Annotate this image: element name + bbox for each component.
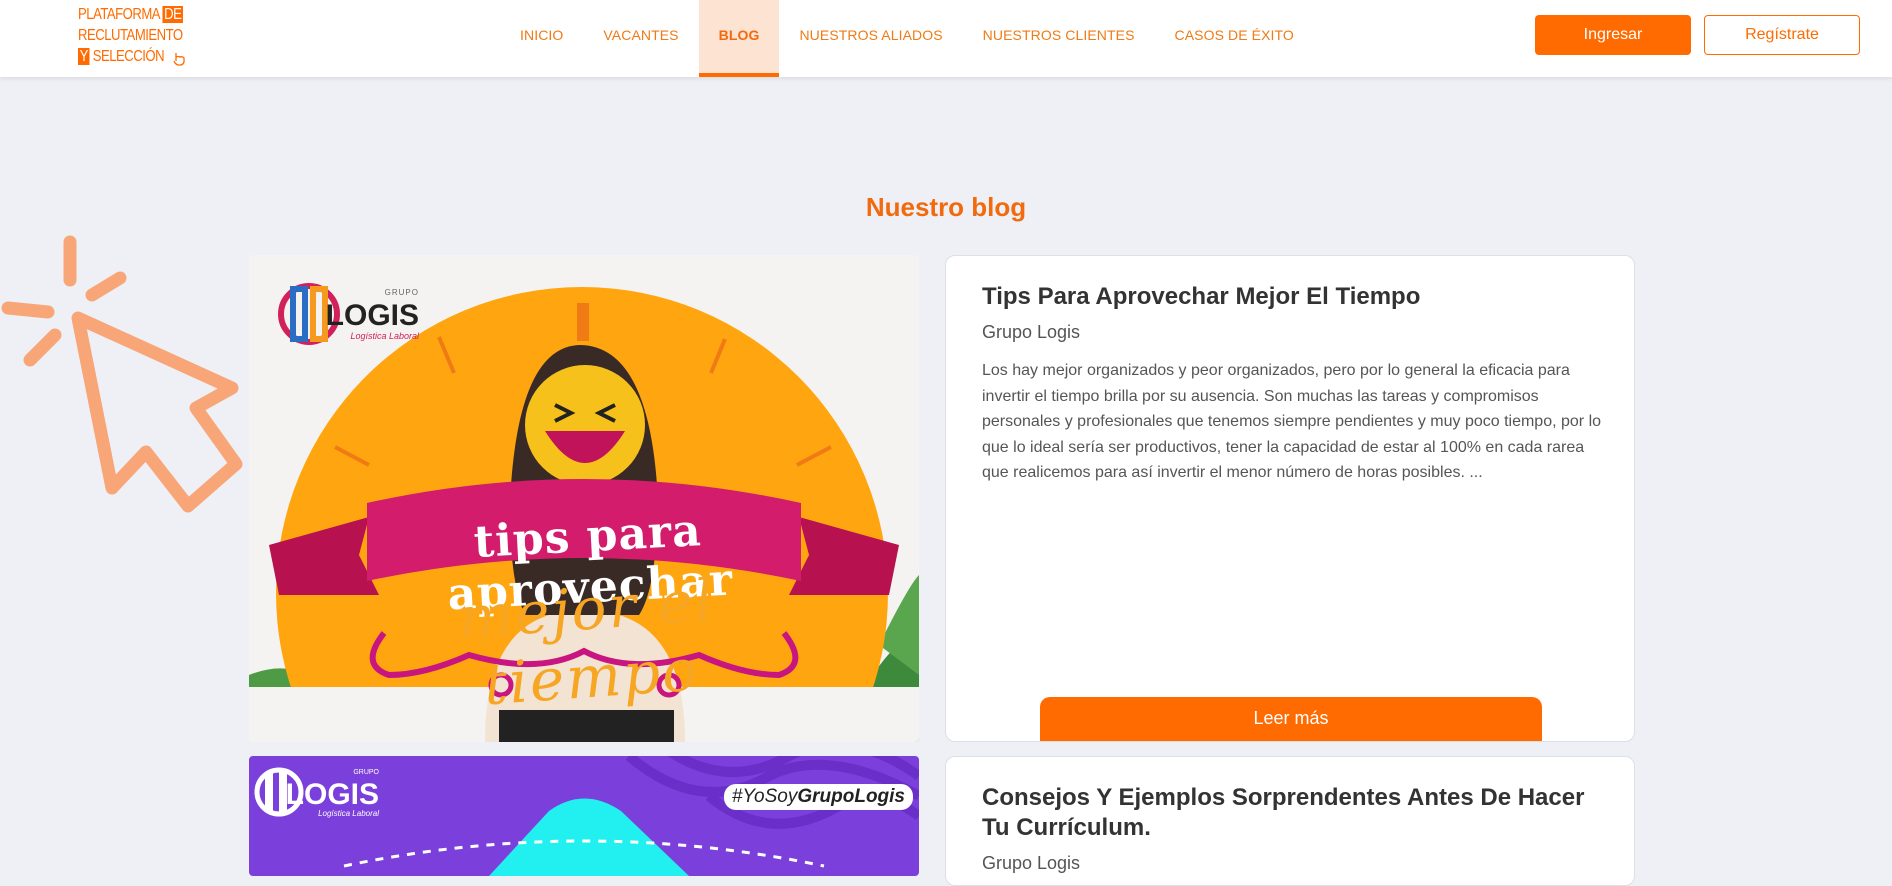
svg-text:GRUPO: GRUPO [353, 769, 379, 776]
svg-text:GRUPO: GRUPO [385, 288, 419, 297]
post-illustration: GRUPO LOGIS Logística Laboral [254, 756, 919, 876]
hashtag-badge: #YoSoyGrupoLogis [723, 784, 913, 810]
brand-logo[interactable]: PLATAFORMA DE RECLUTAMIENTO Y SELECCIÓN [78, 5, 198, 69]
register-button[interactable]: Regístrate [1704, 15, 1860, 55]
svg-text:Logística Laboral: Logística Laboral [318, 809, 379, 818]
nav-nuestros-clientes[interactable]: NUESTROS CLIENTES [963, 0, 1155, 77]
logo-line-3: Y SELECCIÓN [78, 48, 165, 65]
post-author: Grupo Logis [982, 322, 1081, 342]
pointer-hand-icon [173, 53, 185, 66]
login-button[interactable]: Ingresar [1535, 15, 1691, 55]
read-more-button[interactable]: Leer más [1040, 697, 1542, 741]
svg-text:LOGIS: LOGIS [286, 778, 379, 811]
post-image[interactable]: tips para aprovechar mejor el tiempo GRU… [249, 255, 919, 742]
svg-text:Logística Laboral: Logística Laboral [350, 331, 420, 341]
section-title: Nuestro blog [865, 192, 1027, 222]
svg-text:LOGIS: LOGIS [326, 299, 419, 332]
nav-vacantes[interactable]: VACANTES [583, 0, 698, 77]
post-card: Consejos Y Ejemplos Sorprendentes Antes … [945, 756, 1635, 886]
nav-casos-de-exito[interactable]: CASOS DE ÉXITO [1155, 0, 1314, 77]
nav-nuestros-aliados[interactable]: NUESTROS ALIADOS [779, 0, 962, 77]
nav-inicio[interactable]: INICIO [500, 0, 583, 77]
post-title[interactable]: Tips Para Aprovechar Mejor El Tiempo [982, 282, 1592, 312]
click-cursor-icon [1, 235, 243, 513]
post-excerpt: Los hay mejor organizados y peor organiz… [982, 362, 1602, 482]
logo-line-2: RECLUTAMIENTO [78, 27, 183, 44]
post-author: Grupo Logis [982, 853, 1081, 873]
main-nav: INICIO VACANTES BLOG NUESTROS ALIADOS NU… [500, 0, 1314, 77]
post-image[interactable]: GRUPO LOGIS Logística Laboral #YoSoyGrup… [249, 756, 919, 876]
grupo-logis-logo: GRUPO LOGIS Logística Laboral [278, 283, 420, 345]
site-header: PLATAFORMA DE RECLUTAMIENTO Y SELECCIÓN … [0, 0, 1892, 77]
logo-line-1: PLATAFORMA DE [78, 6, 184, 23]
nav-blog[interactable]: BLOG [698, 0, 780, 77]
post-title[interactable]: Consejos Y Ejemplos Sorprendentes Antes … [982, 783, 1592, 843]
post-card: Tips Para Aprovechar Mejor El Tiempo Gru… [945, 255, 1635, 742]
